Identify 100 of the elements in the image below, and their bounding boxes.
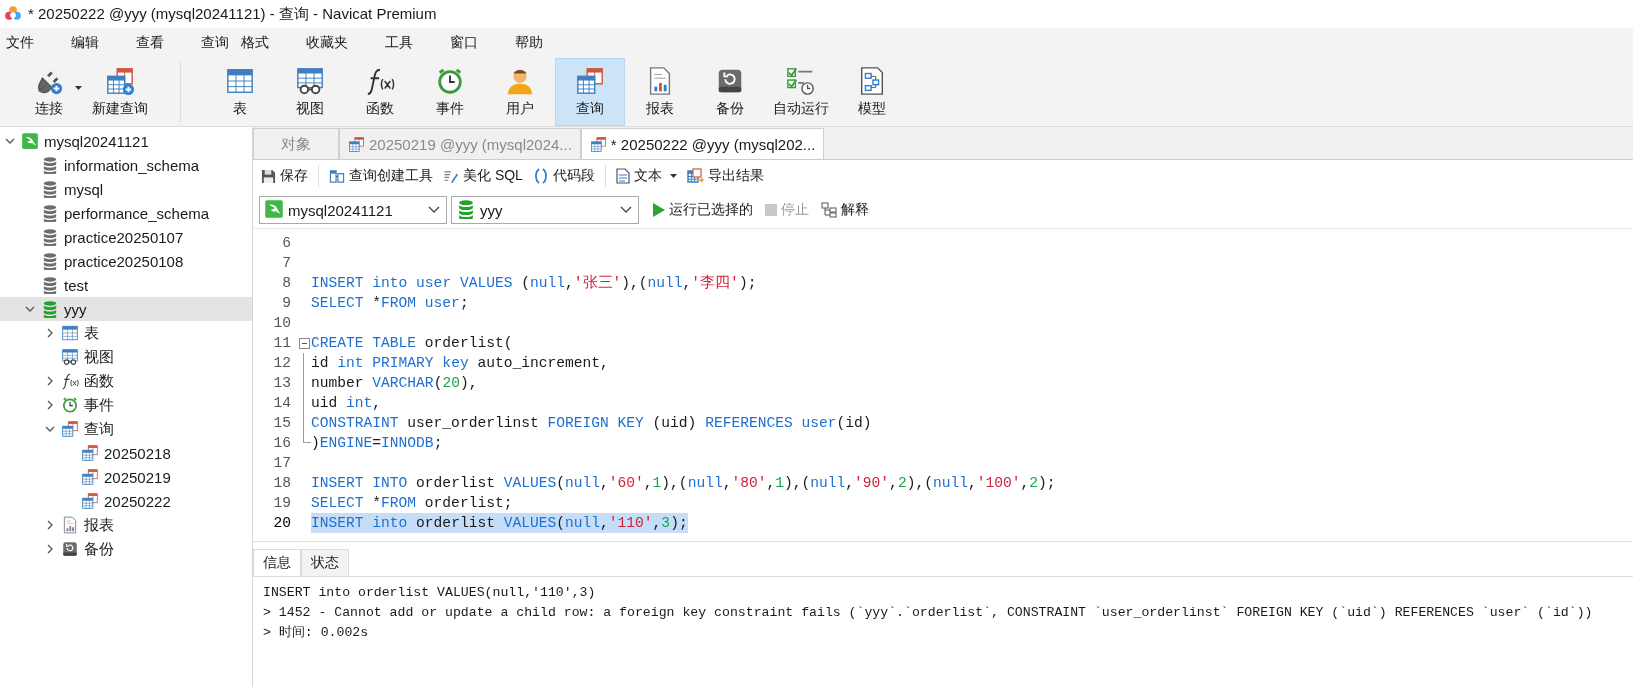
toolbar-button[interactable]: 模型: [837, 58, 907, 126]
function-icon: [61, 372, 79, 390]
code-line: CREATE TABLE orderlist(: [311, 334, 513, 353]
tree-item[interactable]: 报表: [0, 513, 252, 537]
connection-icon: [264, 198, 284, 219]
code-editor[interactable]: [253, 228, 1633, 542]
menu-item[interactable]: 格式: [235, 34, 275, 52]
connection-icon: [21, 132, 39, 150]
line-number: 7: [281, 255, 292, 271]
table-icon: [225, 66, 255, 96]
tree-item[interactable]: mysql20241121: [0, 129, 252, 153]
code-line: SELECT *FROM orderlist;: [311, 494, 513, 513]
tree-item[interactable]: test: [0, 273, 252, 297]
tree-item[interactable]: practice20250108: [0, 249, 252, 273]
toolbar-button[interactable]: 表: [205, 58, 275, 126]
menu-item[interactable]: 文件: [0, 34, 40, 52]
table-glasses-icon: [295, 66, 325, 96]
table-grid-icon: [81, 444, 99, 462]
tree-item[interactable]: 函数: [0, 369, 252, 393]
toolbar-button[interactable]: 解释: [817, 199, 873, 221]
table-icon: [61, 324, 79, 342]
tree-item[interactable]: mysql: [0, 177, 252, 201]
line-number: 10: [272, 315, 292, 331]
report-icon: [61, 516, 79, 534]
beautify-icon: [443, 168, 459, 184]
toolbar-button[interactable]: 报表: [625, 58, 695, 126]
line-number: 18: [272, 475, 292, 491]
builder-icon: [329, 168, 345, 184]
stop-icon: [765, 204, 777, 216]
database-icon: [456, 198, 476, 219]
toolbar-button[interactable]: 文本: [611, 165, 681, 187]
clock-icon: [61, 396, 79, 414]
tree-item[interactable]: 视图: [0, 345, 252, 369]
code-line: )ENGINE=INNODB;: [311, 434, 443, 453]
menu-item[interactable]: 收藏夹: [300, 34, 354, 52]
tab[interactable]: 状态: [301, 549, 349, 576]
document-icon: [615, 168, 630, 184]
clock-icon: [435, 66, 465, 96]
toolbar-button[interactable]: 自动运行: [765, 58, 837, 126]
message-line: > 时间: 0.002s: [263, 624, 370, 642]
line-number: 9: [281, 295, 292, 311]
code-line: SELECT *FROM user;: [311, 294, 469, 313]
menu-item[interactable]: 查看: [130, 34, 170, 52]
toolbar-button[interactable]: 事件: [415, 58, 485, 126]
table-grid-icon: [348, 135, 365, 153]
tab[interactable]: * 20250222 @yyy (mysql202...: [580, 128, 825, 159]
menu-item[interactable]: 查询: [195, 34, 235, 52]
table-grid-icon: [61, 420, 79, 438]
parentheses-icon: [532, 168, 549, 184]
menu-item[interactable]: 编辑: [65, 34, 105, 52]
tree-item[interactable]: information_schema: [0, 153, 252, 177]
tree-item[interactable]: yyy: [0, 297, 252, 321]
tree-item[interactable]: 20250218: [0, 441, 252, 465]
message-line: INSERT into orderlist VALUES(null,'110',3): [263, 584, 597, 602]
line-number: 6: [281, 235, 292, 251]
tree-item[interactable]: practice20250107: [0, 225, 252, 249]
toolbar-button[interactable]: 查询: [555, 58, 625, 126]
toolbar-button[interactable]: 导出结果: [682, 165, 768, 187]
menu-item[interactable]: 窗口: [444, 34, 484, 52]
toolbar-button[interactable]: 保存: [257, 165, 312, 187]
explain-icon: [821, 202, 837, 218]
tree-item[interactable]: 事件: [0, 393, 252, 417]
window-title: * 20250222 @yyy (mysql20241121) - 查询 - Navicat Premium: [28, 4, 437, 24]
tree-item[interactable]: 20250222: [0, 489, 252, 513]
chevron-down-icon: [620, 206, 632, 214]
toolbar-button[interactable]: 连接: [14, 58, 84, 126]
toolbar-button[interactable]: 代码段: [528, 165, 599, 187]
toolbar-button[interactable]: 查询创建工具: [325, 165, 437, 187]
toolbar-button[interactable]: 备份: [695, 58, 765, 126]
collapse-icon: [298, 337, 310, 349]
tree-item[interactable]: 备份: [0, 537, 252, 561]
dropdown[interactable]: mysql20241121: [259, 196, 447, 224]
tree-item[interactable]: 查询: [0, 417, 252, 441]
checklist-icon: [786, 66, 816, 96]
dropdown[interactable]: yyy: [451, 196, 639, 224]
code-line: uid int,: [311, 394, 382, 413]
menu-item[interactable]: 工具: [379, 34, 419, 52]
line-number: 13: [272, 375, 292, 391]
message-line: > 1452 - Cannot add or update a child row: a foreign key constraint fails (`yyy`.`orderlist`, CONSTRAINT `user_orderlinst` FOREIGN KEY (`uid`) REFERENCES `user` (`id`)): [263, 604, 1594, 622]
tree-item[interactable]: 表: [0, 321, 252, 345]
toolbar-button[interactable]: 用户: [485, 58, 555, 126]
table-grid-icon: [589, 135, 607, 153]
menu-item[interactable]: 帮助: [509, 34, 549, 52]
toolbar-button[interactable]: 美化 SQL: [439, 165, 527, 187]
toolbar-button[interactable]: 视图: [275, 58, 345, 126]
toolbar-button[interactable]: 新建查询: [84, 58, 156, 126]
table-grid-icon: [575, 66, 605, 96]
code-line: INSERT INTO orderlist VALUES(null,'60',1),(null,'80',1),(null,'90',2),(null,'100',2);: [311, 474, 1056, 493]
tree-item[interactable]: performance_schema: [0, 201, 252, 225]
app-logo-icon: [4, 5, 22, 23]
tree-item[interactable]: 20250219: [0, 465, 252, 489]
table-grid-icon: [105, 66, 135, 96]
function-icon: [365, 66, 395, 96]
line-number: 12: [272, 355, 292, 371]
backup-icon: [61, 540, 79, 558]
code-line: INSERT into user VALUES (null,'张三'),(null,'李四');: [311, 273, 757, 293]
toolbar-button[interactable]: 运行已选择的: [649, 199, 757, 221]
tab[interactable]: 信息: [253, 549, 301, 576]
toolbar-button[interactable]: 函数: [345, 58, 415, 126]
table-grid-icon: [81, 492, 99, 510]
